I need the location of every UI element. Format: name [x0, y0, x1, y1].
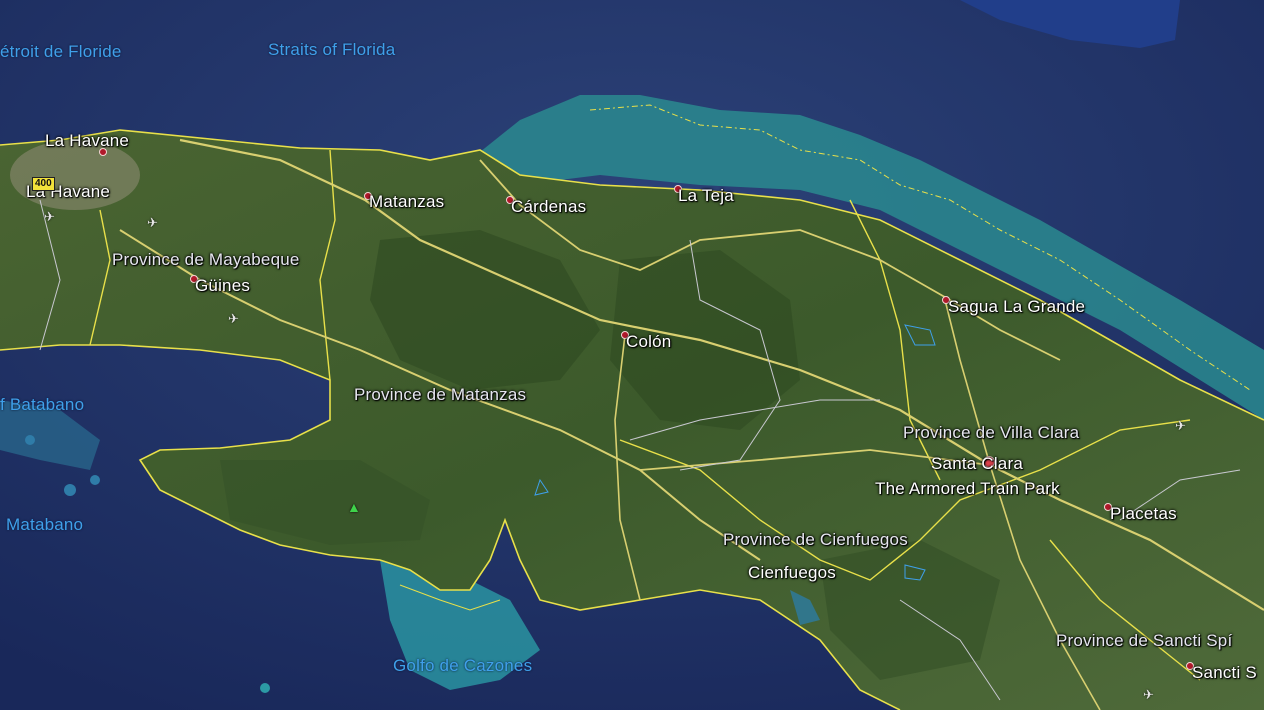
label-sagua-la-grande[interactable]: Sagua La Grande	[948, 297, 1085, 317]
tree-icon[interactable]: ▲	[347, 500, 361, 514]
label-santa-clara[interactable]: Santa Clara	[931, 454, 1023, 474]
airplane-icon[interactable]: ✈	[228, 312, 239, 325]
label-golfe-de-batabano: f Batabano	[0, 395, 85, 414]
label-cardenas[interactable]: Cárdenas	[511, 197, 586, 217]
label-cienfuegos[interactable]: Cienfuegos	[748, 563, 836, 583]
road-shield: 400	[32, 177, 55, 191]
label-province-mayabeque[interactable]: Province de Mayabeque	[112, 250, 300, 270]
airplane-icon[interactable]: ✈	[44, 210, 55, 223]
label-matanzas[interactable]: Matanzas	[369, 192, 444, 212]
airplane-icon[interactable]: ✈	[1143, 688, 1154, 701]
label-golfo-de-cazones: Golfo de Cazones	[393, 656, 533, 675]
islet	[64, 484, 76, 496]
islet	[90, 475, 100, 485]
label-straits-of-florida: Straits of Florida	[268, 40, 396, 59]
islet	[260, 683, 270, 693]
label-la-teja[interactable]: La Teja	[678, 186, 734, 206]
satellite-base	[0, 0, 1264, 710]
label-la-havane-1[interactable]: La Havane	[45, 131, 129, 151]
label-golfe-de-matabano: Matabano	[6, 515, 84, 534]
label-province-villa-clara[interactable]: Province de Villa Clara	[903, 423, 1079, 443]
map-view[interactable]: étroit de Floride Straits of Florida f B…	[0, 0, 1264, 710]
label-armored-train-park[interactable]: The Armored Train Park	[875, 479, 1060, 499]
label-guines[interactable]: Güines	[195, 276, 250, 296]
airplane-icon[interactable]: ✈	[147, 216, 158, 229]
label-province-matanzas[interactable]: Province de Matanzas	[354, 385, 526, 405]
label-colon[interactable]: Colón	[626, 332, 671, 352]
islet	[25, 435, 35, 445]
label-detroit-de-floride: étroit de Floride	[0, 42, 122, 61]
label-sancti-spiritus[interactable]: Sancti S	[1192, 663, 1257, 683]
airplane-icon[interactable]: ✈	[1175, 419, 1186, 432]
label-province-cienfuegos[interactable]: Province de Cienfuegos	[723, 530, 908, 550]
label-province-sancti-spiritus[interactable]: Province de Sancti Spí	[1056, 631, 1232, 651]
label-placetas[interactable]: Placetas	[1110, 504, 1177, 524]
